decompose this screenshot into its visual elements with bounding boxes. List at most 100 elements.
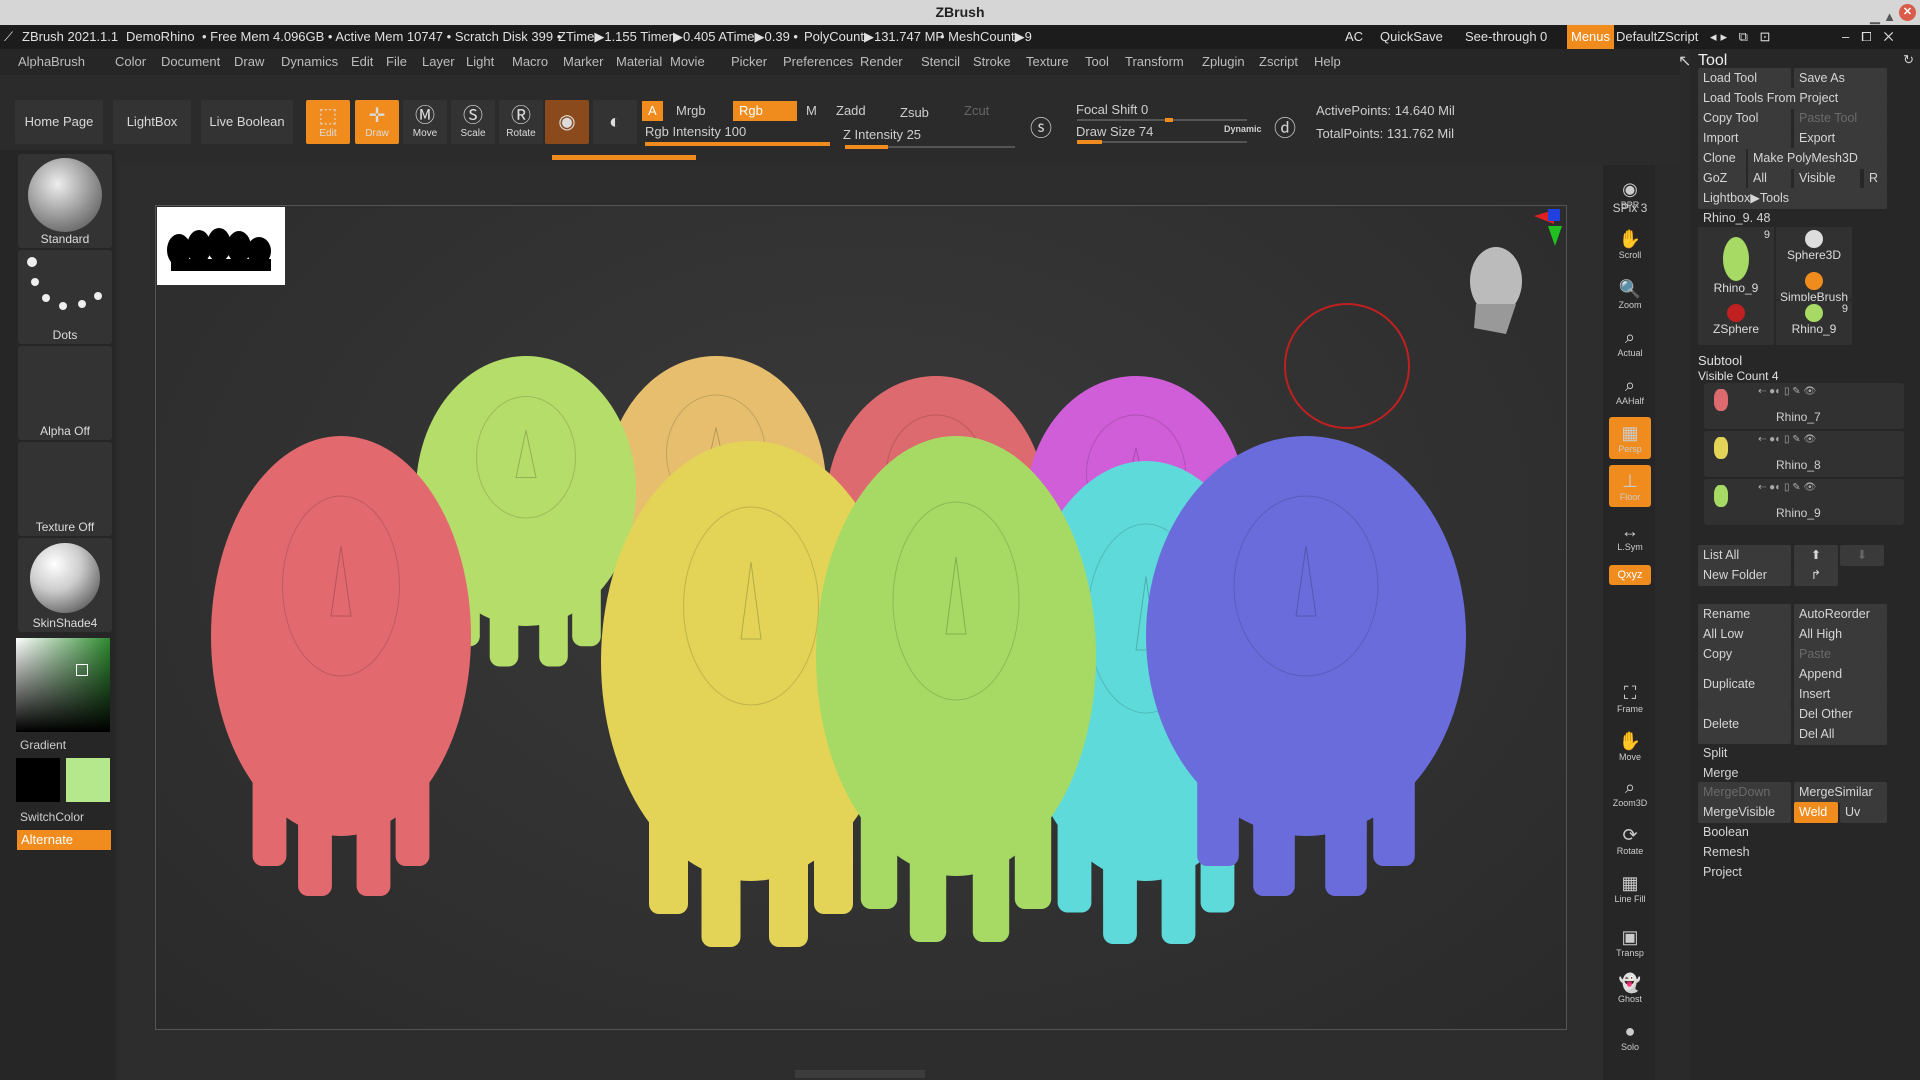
tool-insert-button[interactable]: Insert	[1794, 684, 1887, 705]
tool-saveas-button[interactable]: Save As	[1794, 68, 1887, 89]
lsym-button[interactable]: ↔ L.Sym	[1609, 515, 1651, 557]
menu-color[interactable]: Color	[115, 49, 146, 69]
rotate-mode-button[interactable]: Ⓡ Rotate	[499, 100, 543, 144]
menu-dynamics[interactable]: Dynamics	[281, 49, 338, 69]
menu-zscript[interactable]: Zscript	[1259, 49, 1298, 69]
tool-loadproj-button[interactable]: Load Tools From Project	[1698, 88, 1887, 109]
visible-count-slider[interactable]: Visible Count 4	[1698, 369, 1779, 383]
xyz-button[interactable]: Qxyz	[1609, 565, 1651, 585]
tool-copy-button[interactable]: Copy Tool	[1698, 108, 1791, 129]
primary-color-swatch[interactable]	[16, 758, 60, 802]
tool-visible-button[interactable]: Visible	[1794, 168, 1860, 189]
dynamic-label[interactable]: Dynamic	[1224, 124, 1262, 134]
tool-remesh-button[interactable]: Remesh	[1698, 842, 1887, 863]
tool-paste-button[interactable]: Paste Tool	[1794, 108, 1887, 129]
menu-preferences[interactable]: Preferences	[783, 49, 853, 69]
menu-file[interactable]: File	[386, 49, 407, 69]
actual-button[interactable]: ⌕ Actual	[1609, 321, 1651, 363]
floor-button[interactable]: ⊥ Floor	[1609, 465, 1651, 507]
rhino-model[interactable]	[211, 436, 471, 896]
tool-autoreorder-button[interactable]: AutoReorder	[1794, 604, 1887, 625]
menu-tool[interactable]: Tool	[1085, 49, 1109, 69]
alternate-button[interactable]: Alternate	[17, 830, 111, 850]
tool-alllow-button[interactable]: All Low	[1698, 624, 1791, 645]
live-boolean-button[interactable]: Live Boolean	[201, 100, 293, 144]
tool-mergevisible-button[interactable]: MergeVisible	[1698, 802, 1791, 823]
menus-toggle[interactable]: Menus	[1567, 25, 1615, 49]
tool-append-button[interactable]: Append	[1794, 664, 1887, 685]
tool-uv-button[interactable]: Uv	[1840, 802, 1887, 823]
tool-duplicate-button[interactable]: Duplicate	[1698, 664, 1791, 704]
tool-weld-button[interactable]: Weld	[1794, 802, 1838, 823]
move-up-icon[interactable]: ⬆	[1794, 545, 1838, 566]
tool-boolean-button[interactable]: Boolean	[1698, 822, 1887, 843]
tool-thumb-4[interactable]: Rhino_9 9	[1776, 301, 1852, 345]
tool-delall-button[interactable]: Del All	[1794, 724, 1887, 745]
folder-move-icon[interactable]: ↱	[1794, 565, 1838, 586]
tool-paste2-button[interactable]: Paste	[1794, 644, 1887, 665]
menu-macro[interactable]: Macro	[512, 49, 548, 69]
tool-rename-button[interactable]: Rename	[1698, 604, 1791, 625]
spix-button[interactable]: SPix 3	[1609, 201, 1651, 219]
seethrough-slider[interactable]: See-through	[1465, 29, 1537, 44]
draw-size-slider[interactable]: Draw Size 74	[1070, 122, 1159, 142]
layout-icons[interactable]: ◂▸ ⧉ ⊡	[1710, 29, 1774, 45]
subtool-item[interactable]: ⇠ ●◐ ▯ ✎ 👁 Rhino_8	[1704, 431, 1904, 477]
mrgb-toggle[interactable]: Mrgb	[670, 101, 712, 121]
close-icon[interactable]: ✕	[1899, 4, 1916, 21]
m-toggle[interactable]: M	[800, 101, 823, 121]
ghost-button[interactable]: 👻 Ghost	[1609, 967, 1651, 1009]
tool-load-button[interactable]: Load Tool	[1698, 68, 1791, 89]
color-picker[interactable]	[16, 638, 110, 732]
menu-stroke[interactable]: Stroke	[973, 49, 1011, 69]
menu-zplugin[interactable]: Zplugin	[1202, 49, 1245, 69]
scale-mode-button[interactable]: Ⓢ Scale	[451, 100, 495, 144]
tool-newfolder-button[interactable]: New Folder	[1698, 565, 1791, 586]
tool-delete-button[interactable]: Delete	[1698, 704, 1791, 744]
menu-stencil[interactable]: Stencil	[921, 49, 960, 69]
z-intensity-track[interactable]	[845, 145, 1015, 149]
tool-goz-button[interactable]: GoZ	[1698, 168, 1746, 189]
tool-project-button[interactable]: Project	[1698, 862, 1887, 883]
zadd-toggle[interactable]: Zadd	[830, 101, 872, 121]
secondary-color-swatch[interactable]	[66, 758, 110, 802]
tool-mergedown-button[interactable]: MergeDown	[1698, 782, 1791, 803]
subtool-toggles-icon[interactable]: ⇠ ●◐ ▯ ✎ 👁	[1758, 434, 1816, 445]
tool-split-button[interactable]: Split	[1698, 743, 1887, 764]
menu-render[interactable]: Render	[860, 49, 903, 69]
tool-clone-button[interactable]: Clone	[1698, 148, 1746, 169]
menu-marker[interactable]: Marker	[563, 49, 603, 69]
gradient-label[interactable]: Gradient	[20, 738, 66, 752]
tool-thumb-2[interactable]: SimpleBrush	[1776, 269, 1852, 304]
zsub-toggle[interactable]: Zsub	[894, 103, 935, 123]
tool-mergesimilar-button[interactable]: MergeSimilar	[1794, 782, 1887, 803]
zcut-toggle[interactable]: Zcut	[958, 101, 995, 121]
menu-movie[interactable]: Movie	[670, 49, 705, 69]
quicksave-button[interactable]: QuickSave	[1380, 29, 1443, 44]
tool-all-button[interactable]: All	[1748, 168, 1791, 189]
z-intensity-slider[interactable]: Z Intensity 25	[837, 125, 927, 145]
brush-selector[interactable]: Standard	[18, 154, 112, 248]
frame-button[interactable]: ⛶ Frame	[1609, 677, 1651, 719]
menu-draw[interactable]: Draw	[234, 49, 264, 69]
move-mode-button[interactable]: Ⓜ Move	[403, 100, 447, 144]
tool-thumb-0[interactable]: Rhino_9 9	[1698, 227, 1774, 303]
tool-makepoly-button[interactable]: Make PolyMesh3D	[1748, 148, 1887, 169]
default-zscript-button[interactable]: DefaultZScript	[1616, 29, 1698, 44]
ac-button[interactable]: AC	[1345, 29, 1363, 44]
menu-document[interactable]: Document	[161, 49, 220, 69]
palette-reset-icon[interactable]: ↻	[1903, 52, 1914, 68]
switchcolor-button[interactable]: SwitchColor	[20, 810, 84, 824]
stroke-selector[interactable]: Dots	[18, 250, 112, 344]
3d-viewport[interactable]	[155, 205, 1567, 1030]
draw-mode-button[interactable]: ✛ Draw	[355, 100, 399, 144]
move-button[interactable]: ✋ Move	[1609, 725, 1651, 767]
rgb-intensity-slider[interactable]: Rgb Intensity 100	[639, 122, 752, 142]
sculptris-s-icon[interactable]: ⓢ	[1030, 111, 1052, 143]
persp-button[interactable]: ▦ Persp	[1609, 417, 1651, 459]
rgb-toggle[interactable]: Rgb	[733, 101, 797, 121]
menu-texture[interactable]: Texture	[1026, 49, 1069, 69]
subtool-item[interactable]: ⇠ ●◐ ▯ ✎ 👁 Rhino_7	[1704, 383, 1904, 429]
tool-delother-button[interactable]: Del Other	[1794, 704, 1887, 725]
menu-brush[interactable]: Brush	[51, 49, 85, 69]
